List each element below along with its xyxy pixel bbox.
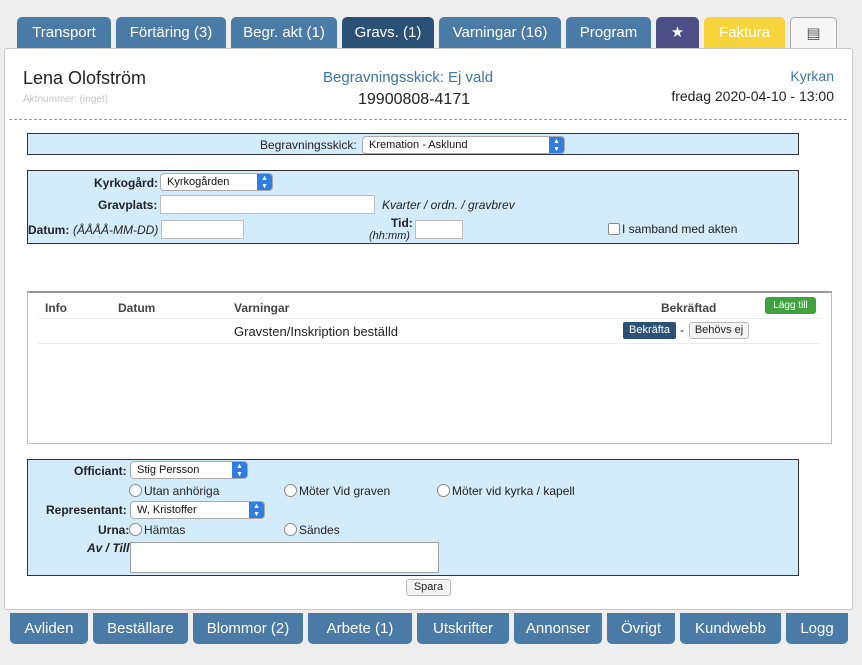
ceremony-datetime: fredag 2020-04-10 - 13:00 [671, 88, 834, 104]
chevron-updown-icon: ▲ ▼ [232, 462, 247, 478]
chevron-updown-icon: ▲ ▼ [257, 174, 272, 190]
tab-annonser[interactable]: Annonser [514, 613, 602, 644]
hamtas-label: Hämtas [144, 523, 186, 537]
tab-avliden[interactable]: Avliden [10, 613, 88, 644]
top-tab-bar: Transport Förtäring (3) Begr. akt (1) Gr… [17, 17, 842, 48]
deceased-name: Lena Olofström [23, 68, 147, 88]
tab-transport[interactable]: Transport [17, 17, 111, 48]
add-warning-button[interactable]: Lägg till [765, 297, 816, 314]
samband-label: I samband med akten [622, 222, 738, 236]
chevron-updown-icon: ▲ ▼ [249, 502, 264, 518]
datum-hint: (ÅÅÅÅ-MM-DD) [73, 223, 159, 237]
save-button[interactable]: Spara [406, 579, 451, 596]
representant-select[interactable]: W, Kristoffer ▲ ▼ [130, 501, 265, 519]
radio-hamtas[interactable] [129, 523, 142, 536]
row-separator: - [680, 323, 684, 337]
datum-label: Datum: [28, 223, 70, 237]
tab-bestallare[interactable]: Beställare [93, 613, 188, 644]
row-divider [38, 343, 820, 344]
grave-section: Kyrkogård: Kyrkogården ▲ ▼ Gravplats: Kva… [27, 170, 799, 244]
begravningsskick-label: Begravningsskick: [260, 138, 357, 152]
officiant-select[interactable]: Stig Persson ▲ ▼ [130, 461, 248, 479]
personnummer: 19900808-4171 [358, 91, 471, 108]
begravningsskick-section: Begravningsskick: Kremation - Asklund ▲ ▼ [27, 133, 799, 155]
row-warning-text: Gravsten/Inskription beställd [234, 324, 399, 339]
col-bekraftad: Bekräftad [661, 301, 717, 315]
kyrkogard-label: Kyrkogård: [94, 176, 159, 190]
confirm-button[interactable]: Bekräfta [623, 322, 676, 339]
location-link[interactable]: Kyrkan [790, 68, 834, 84]
tab-ovrigt[interactable]: Övrigt [607, 613, 675, 644]
tab-logg[interactable]: Logg [786, 613, 848, 644]
tab-faktura[interactable]: Faktura [704, 17, 785, 48]
av-till-label: Av / Till [87, 541, 130, 555]
sandes-label: Sändes [299, 523, 340, 537]
tab-blommor[interactable]: Blommor (2) [193, 613, 303, 644]
officiant-label: Officiant: [74, 464, 127, 478]
tab-begr-akt[interactable]: Begr. akt (1) [231, 17, 337, 48]
tab-utskrifter[interactable]: Utskrifter [417, 613, 509, 644]
radio-moter-vid-kyrka[interactable] [437, 484, 450, 497]
chevron-updown-icon: ▲ ▼ [549, 137, 564, 153]
divider [9, 119, 847, 120]
not-needed-button[interactable]: Behövs ej [689, 322, 749, 339]
tid-input[interactable] [415, 220, 463, 239]
begravningsskick-select[interactable]: Kremation - Asklund ▲ ▼ [362, 136, 565, 154]
radio-moter-vid-graven[interactable] [284, 484, 297, 497]
radio-sandes[interactable] [284, 523, 297, 536]
tab-fortaring[interactable]: Förtäring (3) [116, 17, 226, 48]
urna-label: Urna: [98, 523, 130, 537]
tab-program[interactable]: Program [566, 17, 651, 48]
main-panel: Lena Olofström Aktnummer: (inget) Begrav… [4, 48, 853, 610]
tid-label: Tid: [391, 216, 413, 230]
moter-vid-graven-label: Möter Vid graven [299, 484, 391, 498]
begravningsskick-title: Begravningsskick: Ej vald [323, 69, 494, 86]
gravplats-label: Gravplats: [98, 198, 158, 212]
moter-vid-kyrka-label: Möter vid kyrka / kapell [452, 484, 575, 498]
datum-input[interactable] [161, 220, 244, 239]
representant-label: Representant: [46, 503, 127, 517]
radio-utan-anhoriga[interactable] [129, 484, 142, 497]
warnings-table: Info Datum Varningar Bekräftad Lägg till… [27, 291, 832, 444]
aktnummer: Aktnummer: (inget) [23, 94, 109, 105]
row-divider [38, 318, 820, 319]
col-datum: Datum [118, 301, 156, 315]
officiant-value: Stig Persson [137, 464, 200, 476]
utan-anhoriga-label: Utan anhöriga [144, 484, 220, 498]
tab-varningar[interactable]: Varningar (16) [439, 17, 561, 48]
col-info: Info [45, 301, 67, 315]
document-icon[interactable]: ▤ [790, 17, 837, 48]
gravplats-hint: Kvarter / ordn. / gravbrev [382, 198, 515, 212]
tab-arbete[interactable]: Arbete (1) [308, 613, 412, 644]
tab-kundwebb[interactable]: Kundwebb [680, 613, 781, 644]
tab-gravs[interactable]: Gravs. (1) [342, 17, 434, 48]
bottom-tab-bar: Avliden Beställare Blommor (2) Arbete (1… [10, 613, 853, 644]
star-icon[interactable]: ★ [656, 17, 699, 48]
kyrkogard-select[interactable]: Kyrkogården ▲ ▼ [160, 173, 273, 191]
col-varningar: Varningar [234, 301, 290, 315]
representant-value: W, Kristoffer [137, 504, 197, 516]
kyrkogard-value: Kyrkogården [167, 176, 230, 188]
officiant-section: Officiant: Stig Persson ▲ ▼ Utan anhöriga… [27, 459, 799, 576]
begravningsskick-value: Kremation - Asklund [369, 139, 468, 151]
av-till-textarea[interactable] [130, 542, 439, 573]
samband-checkbox[interactable] [608, 223, 620, 235]
tid-hint: (hh:mm) [369, 230, 410, 242]
gravplats-input[interactable] [160, 195, 375, 214]
